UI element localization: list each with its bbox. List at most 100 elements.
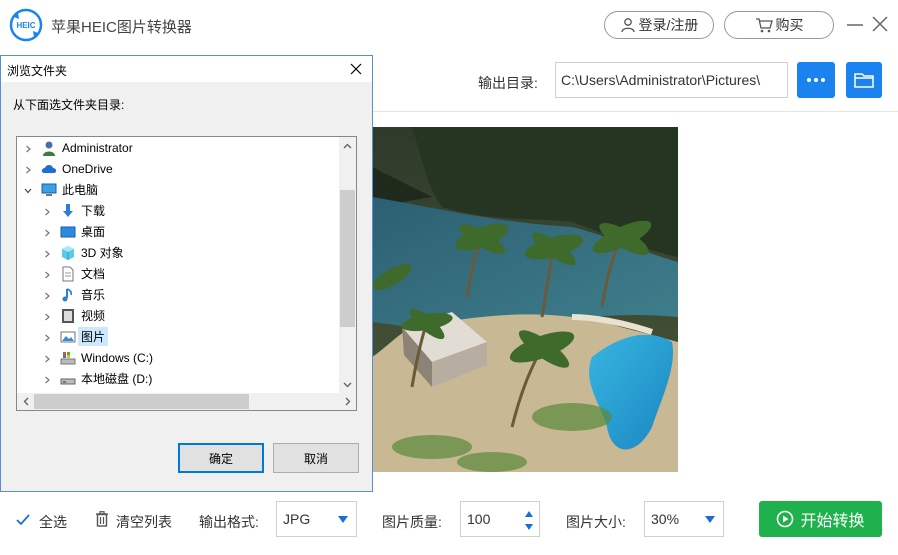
tree-item-label: 文档 <box>81 267 106 281</box>
chevron-down-icon[interactable] <box>23 185 33 195</box>
tree-item-label: 音乐 <box>81 288 106 302</box>
tree-horizontal-scrollbar[interactable] <box>17 393 356 410</box>
chevron-right-icon[interactable] <box>42 311 52 321</box>
buy-button[interactable]: 购买 <box>724 11 834 39</box>
scroll-left-icon[interactable] <box>17 393 34 410</box>
size-select[interactable]: 30% <box>644 501 724 537</box>
scroll-right-icon[interactable] <box>339 393 356 410</box>
select-all-label[interactable]: 全选 <box>39 512 67 532</box>
dialog-prompt: 从下面选文件夹目录: <box>13 98 125 112</box>
cube-icon <box>60 245 76 261</box>
tree-item-label: 桌面 <box>81 225 106 239</box>
tree-item-label: 本地磁盘 (D:) <box>81 372 153 386</box>
tree-item-label: 此电脑 <box>62 183 99 197</box>
document-icon <box>60 266 76 282</box>
output-dir-label: 输出目录: <box>478 75 538 91</box>
cart-icon <box>755 18 773 33</box>
chevron-right-icon[interactable] <box>42 227 52 237</box>
folder-icon <box>854 73 874 88</box>
dialog-cancel-button[interactable]: 取消 <box>273 443 359 473</box>
tree-item[interactable]: 文档 <box>17 263 340 284</box>
vertical-scroll-thumb[interactable] <box>340 190 355 327</box>
dropdown-arrow-icon <box>338 516 348 523</box>
chevron-right-icon[interactable] <box>42 269 52 279</box>
tree-item[interactable]: 图片 <box>17 326 340 347</box>
tree-item-label: 下载 <box>81 204 106 218</box>
dialog-ok-button[interactable]: 确定 <box>178 443 264 473</box>
quality-stepper[interactable]: 100 <box>460 501 540 537</box>
chevron-right-icon[interactable] <box>23 143 33 153</box>
trash-icon[interactable] <box>95 511 109 527</box>
preview-image <box>372 127 678 472</box>
tree-item[interactable]: 下载 <box>17 200 340 221</box>
start-convert-button[interactable]: 开始转换 <box>759 501 882 537</box>
pictures-icon <box>60 329 76 345</box>
size-label: 图片大小: <box>566 514 626 530</box>
music-icon <box>60 287 76 303</box>
tree-item[interactable]: 此电脑 <box>17 179 340 200</box>
title-bar: HEIC 苹果HEIC图片转换器 登录/注册 购买 <box>0 0 898 50</box>
folder-tree[interactable]: Administrator OneDrive 此电脑下载桌面 3D 对象文档音乐视频图… <box>16 136 357 411</box>
dropdown-arrow-icon <box>705 516 715 523</box>
chevron-right-icon[interactable] <box>42 353 52 363</box>
minimize-icon[interactable] <box>844 12 866 36</box>
system-drive-icon <box>60 350 76 366</box>
dialog-close-icon[interactable] <box>348 61 364 77</box>
download-icon <box>60 203 76 219</box>
dialog-title: 浏览文件夹 <box>7 64 68 78</box>
spin-down-icon[interactable] <box>525 524 533 530</box>
tree-vertical-scrollbar[interactable] <box>339 137 356 393</box>
tree-item[interactable]: Windows (C:) <box>17 347 340 368</box>
tree-item-label: Administrator <box>62 140 133 155</box>
open-folder-button[interactable] <box>846 62 882 98</box>
tree-item[interactable]: 视频 <box>17 305 340 326</box>
computer-icon <box>41 182 57 198</box>
quality-label: 图片质量: <box>382 514 442 530</box>
horizontal-scroll-thumb[interactable] <box>34 394 249 409</box>
chevron-right-icon[interactable] <box>42 374 52 384</box>
tree-item-label: Windows (C:) <box>81 350 154 365</box>
tree-item[interactable]: 本地磁盘 (D:) <box>17 368 340 389</box>
user-icon <box>41 140 57 156</box>
dialog-title-bar[interactable]: 浏览文件夹 <box>1 56 372 82</box>
tree-item[interactable]: Administrator <box>17 137 340 158</box>
app-logo-icon: HEIC <box>9 8 43 42</box>
desktop-icon <box>60 224 76 240</box>
tree-item[interactable]: OneDrive <box>17 158 340 179</box>
ellipsis-icon <box>807 78 825 82</box>
select-all-checkbox[interactable] <box>16 513 30 527</box>
browse-folder-dialog: 浏览文件夹 从下面选文件夹目录: Administrator OneDrive 此电… <box>0 55 373 492</box>
spin-up-icon[interactable] <box>525 511 533 517</box>
browse-more-button[interactable] <box>797 62 835 98</box>
user-icon <box>620 18 635 33</box>
buy-label: 购买 <box>775 17 804 33</box>
chevron-right-icon[interactable] <box>42 290 52 300</box>
tree-item[interactable]: 桌面 <box>17 221 340 242</box>
chevron-right-icon[interactable] <box>42 248 52 258</box>
scroll-up-icon[interactable] <box>339 137 356 154</box>
output-dir-field[interactable]: C:\Users\Administrator\Pictures\ <box>555 62 788 98</box>
output-format-select[interactable]: JPG <box>276 501 357 537</box>
output-format-value: JPG <box>283 511 311 527</box>
scroll-down-icon[interactable] <box>339 376 356 393</box>
video-icon <box>60 308 76 324</box>
tree-item[interactable]: 音乐 <box>17 284 340 305</box>
tree-item-label: 3D 对象 <box>81 246 124 260</box>
tree-item-label: 视频 <box>81 309 106 323</box>
chevron-right-icon[interactable] <box>23 164 33 174</box>
cloud-icon <box>41 161 57 177</box>
clear-list-button[interactable]: 清空列表 <box>116 512 172 532</box>
chevron-right-icon[interactable] <box>42 332 52 342</box>
size-value: 30% <box>651 511 680 527</box>
app-title: 苹果HEIC图片转换器 <box>51 19 192 36</box>
chevron-right-icon[interactable] <box>42 206 52 216</box>
login-label: 登录/注册 <box>638 17 699 33</box>
drive-icon <box>60 371 76 387</box>
close-icon[interactable] <box>869 12 891 36</box>
login-button[interactable]: 登录/注册 <box>604 11 714 39</box>
play-icon <box>777 510 794 528</box>
tree-item-label: OneDrive <box>62 161 113 176</box>
tree-item[interactable]: 3D 对象 <box>17 242 340 263</box>
svg-text:HEIC: HEIC <box>16 21 35 30</box>
output-format-label: 输出格式: <box>199 514 259 530</box>
